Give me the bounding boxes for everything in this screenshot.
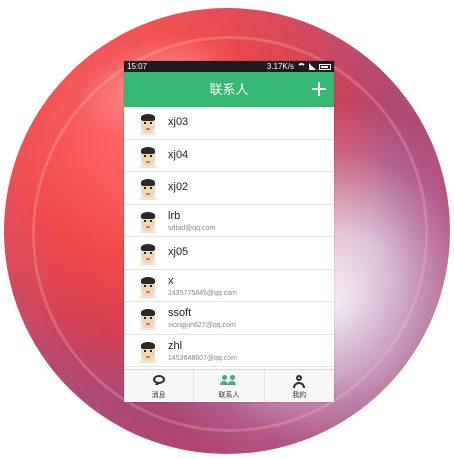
page-title: 联系人 [209, 82, 249, 97]
contact-name: zhl [168, 339, 183, 352]
contact-row[interactable]: zhl 1453648607@qq.com [124, 334, 334, 367]
contact-list: xj03 xj04 xj02 lrb sdfad@qq.com xj05 x 2… [124, 107, 334, 367]
contacts-icon [219, 375, 238, 385]
wifi-icon [297, 63, 306, 70]
status-indicators: 3.17K/s [267, 61, 331, 72]
status-bar: 15:07 3.17K/s [124, 61, 334, 72]
chat-icon [152, 375, 165, 384]
avatar [136, 339, 160, 363]
contact-name: xj03 [168, 116, 189, 128]
plus-icon[interactable] [312, 82, 326, 96]
avatar [136, 209, 160, 233]
battery-icon [319, 63, 331, 70]
contact-row[interactable]: xj02 [124, 172, 334, 205]
contact-row[interactable]: lrb sdfad@qq.com [124, 204, 334, 237]
bottom-tab-bar: 消息 联系人 我的 [124, 369, 334, 402]
avatar [136, 176, 160, 200]
avatar [136, 306, 160, 330]
contact-row[interactable]: xj05 [124, 237, 334, 270]
tab-profile[interactable]: 我的 [263, 370, 334, 402]
contact-row[interactable]: xj03 [124, 107, 334, 140]
contact-name: xj04 [168, 148, 189, 161]
contact-email: 1453648607@qq.com [168, 354, 237, 362]
contact-name: x [168, 274, 174, 287]
network-speed: 3.17K/s [266, 62, 294, 71]
signal-icon [309, 63, 316, 70]
contact-name: xj02 [168, 181, 189, 193]
tab-contacts[interactable]: 联系人 [193, 370, 263, 402]
title-bar: 联系人 [124, 72, 334, 107]
tab-messages[interactable]: 消息 [124, 370, 193, 402]
avatar [136, 241, 160, 265]
contact-row[interactable]: x 2435775845@qq.com [124, 269, 334, 302]
contact-name: xj05 [168, 246, 189, 258]
avatar [136, 111, 160, 135]
contact-row[interactable]: ssoft xiongjun627@qq.com [124, 302, 334, 335]
status-time: 15:07 [127, 62, 148, 71]
tab-label: 消息 [151, 392, 166, 399]
tab-label: 我的 [292, 392, 307, 399]
person-icon [292, 375, 306, 388]
contact-name: lrb [168, 209, 181, 222]
contact-email: xiongjun627@qq.com [168, 322, 236, 329]
contact-email: 2435775845@qq.com [168, 289, 237, 297]
phone-screen: 15:07 3.17K/s 联系人 xj03 xj04 xj02 lrb sdf… [124, 61, 334, 402]
avatar [136, 144, 160, 168]
contact-email: sdfad@qq.com [168, 224, 216, 232]
tab-label: 联系人 [218, 392, 240, 399]
contact-row[interactable]: xj04 [124, 139, 334, 172]
avatar [136, 274, 160, 298]
contact-name: ssoft [168, 307, 192, 319]
